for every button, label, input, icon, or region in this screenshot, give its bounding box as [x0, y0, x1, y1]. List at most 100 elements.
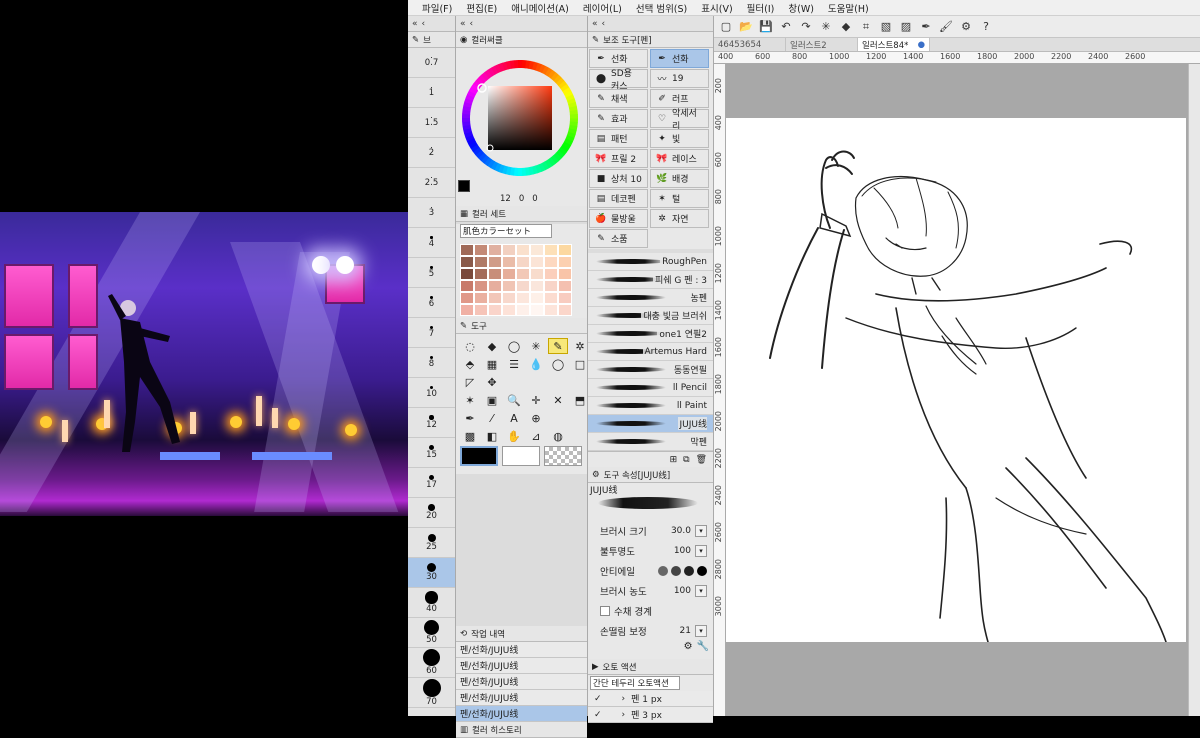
main-color-chip[interactable]: [460, 446, 498, 466]
color-swatch[interactable]: [558, 280, 572, 292]
color-swatch[interactable]: [530, 244, 544, 256]
subtool-group[interactable]: 🍎 물방울: [589, 209, 648, 228]
double-chevron-left-icon[interactable]: «: [460, 19, 466, 29]
brush-item[interactable]: ll Paint: [588, 397, 713, 415]
eyedropper-icon[interactable]: ⁄: [482, 410, 502, 426]
subtool-group[interactable]: ✎ 소품: [589, 229, 648, 248]
subtool-group[interactable]: 🎀 프릴 2: [589, 149, 648, 168]
frame-icon[interactable]: ▣: [482, 392, 502, 408]
color-swatch[interactable]: [488, 244, 502, 256]
subtool-group[interactable]: ■ 상처 10: [589, 169, 648, 188]
brush-size-item[interactable]: 1: [408, 78, 455, 108]
color-swatch[interactable]: [460, 304, 474, 316]
brush-size-item[interactable]: 7: [408, 318, 455, 348]
property-value[interactable]: 30.0: [671, 526, 691, 536]
chevron-left-icon[interactable]: ‹: [422, 19, 426, 29]
color-swatch[interactable]: [544, 304, 558, 316]
color-swatch[interactable]: [474, 280, 488, 292]
color-swatch[interactable]: [530, 256, 544, 268]
menu-file[interactable]: 파일(F): [422, 1, 452, 15]
brush-item[interactable]: one1 연필2: [588, 325, 713, 343]
panel-collapse-bar[interactable]: «‹: [456, 16, 587, 32]
color-swatch[interactable]: [530, 292, 544, 304]
brush-item[interactable]: 대충 빛금 브러쉬: [588, 307, 713, 325]
object-icon[interactable]: ⬒: [570, 392, 590, 408]
subtool-group[interactable]: 〰 19: [650, 69, 709, 88]
operation-icon[interactable]: ✕: [548, 392, 568, 408]
transparent-color-chip[interactable]: [544, 446, 582, 466]
color-swatch[interactable]: [474, 292, 488, 304]
brush-size-item[interactable]: 15: [408, 438, 455, 468]
brush-item[interactable]: 막펜: [588, 433, 713, 451]
auto-action-item[interactable]: ✓ › 펜 1 px: [588, 691, 713, 707]
menu-view[interactable]: 표시(V): [701, 1, 732, 15]
canvas-scrollbar[interactable]: [1188, 64, 1200, 716]
color-swatch[interactable]: [460, 292, 474, 304]
chevron-right-icon[interactable]: ›: [622, 710, 626, 720]
brush-size-item[interactable]: 2: [408, 138, 455, 168]
brush-size-item[interactable]: 17: [408, 468, 455, 498]
color-swatch[interactable]: [502, 304, 516, 316]
spinner-icon[interactable]: ▾: [695, 625, 707, 637]
color-swatch[interactable]: [530, 280, 544, 292]
fill-icon[interactable]: ◆: [838, 19, 854, 35]
subtool-group[interactable]: ♡ 악세서리: [650, 109, 709, 132]
color-swatch[interactable]: [558, 304, 572, 316]
color-swatch[interactable]: [516, 292, 530, 304]
canvas-area[interactable]: [726, 64, 1200, 716]
subtool-group[interactable]: ✒ 선화: [650, 49, 709, 68]
clear-icon[interactable]: ▧: [878, 19, 894, 35]
brush-size-item[interactable]: 2.5: [408, 168, 455, 198]
color-swatch[interactable]: [544, 292, 558, 304]
tab-2[interactable]: 일러스트2: [786, 38, 858, 51]
canvas-paper[interactable]: [726, 118, 1186, 642]
color-swatch[interactable]: [460, 268, 474, 280]
settings-icon[interactable]: ⚙: [684, 641, 693, 659]
menu-edit[interactable]: 편집(E): [466, 1, 497, 15]
brush-size-item[interactable]: 60: [408, 648, 455, 678]
color-swatch[interactable]: [460, 256, 474, 268]
color-set-dropdown[interactable]: 肌色カラーセット: [460, 224, 552, 238]
color-swatch[interactable]: [544, 244, 558, 256]
lines-icon[interactable]: ☰: [504, 356, 524, 372]
settings-icon[interactable]: ⚙: [958, 19, 974, 35]
brush-item[interactable]: RoughPen: [588, 253, 713, 271]
move-layer-icon[interactable]: ✛: [526, 392, 546, 408]
subtool-group[interactable]: 🌿 배경: [650, 169, 709, 188]
gradient-icon[interactable]: ▩: [460, 428, 480, 444]
color-swatch[interactable]: [558, 268, 572, 280]
history-item[interactable]: 펜/선화/JUJU线: [456, 706, 587, 722]
brush-icon[interactable]: 🖌: [938, 19, 954, 35]
color-swatch[interactable]: [460, 280, 474, 292]
history-item[interactable]: 펜/선화/JUJU线: [456, 642, 587, 658]
tab-3[interactable]: 일러스트84* ●: [858, 38, 930, 51]
brush-size-item[interactable]: 6: [408, 288, 455, 318]
color-swatch[interactable]: [502, 268, 516, 280]
check-icon[interactable]: ✓: [594, 710, 602, 720]
trash-icon[interactable]: 🗑: [696, 455, 707, 465]
color-swatch[interactable]: [516, 304, 530, 316]
chevron-right-icon[interactable]: ›: [622, 694, 626, 704]
color-swatch[interactable]: [516, 244, 530, 256]
color-swatch[interactable]: [516, 268, 530, 280]
brush-icon[interactable]: ✒: [460, 410, 480, 426]
brush-item[interactable]: Artemus Hard: [588, 343, 713, 361]
subtool-group[interactable]: ▤ 데코펜: [589, 189, 648, 208]
menu-selection[interactable]: 선택 범위(S): [636, 1, 687, 15]
spinner-icon[interactable]: ▾: [695, 545, 707, 557]
color-swatch[interactable]: [474, 304, 488, 316]
property-value[interactable]: 100: [674, 586, 691, 596]
fill-icon[interactable]: ⬘: [460, 356, 480, 372]
tab-1[interactable]: 46453654: [714, 38, 786, 51]
antialias-option-icon[interactable]: [671, 566, 681, 576]
color-swatch[interactable]: [544, 280, 558, 292]
circle-icon[interactable]: ◯: [548, 356, 568, 372]
chevron-left-icon[interactable]: ‹: [602, 19, 606, 29]
color-swatch[interactable]: [502, 280, 516, 292]
history-item[interactable]: 펜/선화/JUJU线: [456, 674, 587, 690]
sub-color-chip[interactable]: [502, 446, 540, 466]
grid-icon[interactable]: ▦: [482, 356, 502, 372]
brush-size-item[interactable]: 50: [408, 618, 455, 648]
balloon-icon[interactable]: ◍: [548, 428, 568, 444]
wrench-icon[interactable]: 🔧: [697, 641, 709, 659]
